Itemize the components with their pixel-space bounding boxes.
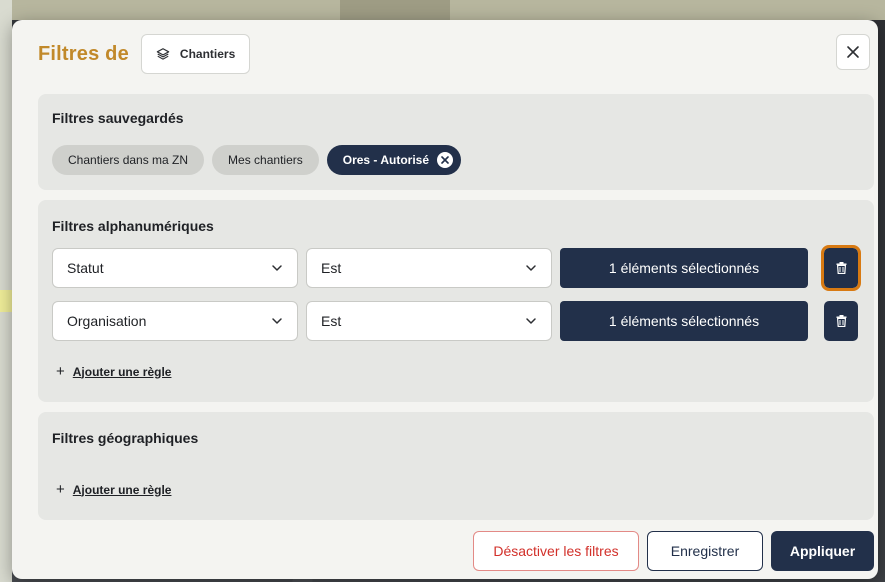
- close-button[interactable]: [836, 34, 870, 70]
- add-rule-label: Ajouter une règle: [72, 482, 172, 497]
- values-select-button[interactable]: 1 éléments sélectionnés: [560, 248, 808, 288]
- modal-title: Filtres de: [38, 42, 129, 65]
- values-select-label: 1 éléments sélectionnés: [608, 260, 760, 276]
- saved-filter-label: Chantiers dans ma ZN: [68, 153, 189, 167]
- filter-rule-row: Statut Est 1 éléments sélectionnés: [52, 245, 861, 291]
- field-select-value: Statut: [67, 260, 104, 276]
- plus-icon: +: [56, 481, 65, 498]
- map-edge-left: [0, 0, 12, 582]
- modal-footer: Désactiver les filtres Enregistrer Appli…: [473, 531, 874, 571]
- close-icon: [847, 46, 859, 58]
- chevron-down-icon: [526, 265, 536, 271]
- layers-icon: [156, 48, 170, 60]
- trash-icon: [836, 262, 846, 274]
- field-select-value: Organisation: [67, 313, 147, 329]
- layer-selector-chip[interactable]: Chantiers: [140, 34, 251, 74]
- add-rule-label: Ajouter une règle: [72, 364, 172, 379]
- delete-rule-button[interactable]: [821, 245, 861, 291]
- chevron-down-icon: [526, 318, 536, 324]
- remove-filter-icon[interactable]: [437, 152, 453, 168]
- add-rule-link[interactable]: + Ajouter une règle: [56, 364, 171, 379]
- map-edge-top: [0, 0, 885, 20]
- saved-filters-list: Chantiers dans ma ZN Mes chantiers Ores …: [52, 145, 461, 175]
- delete-rule-button[interactable]: [824, 301, 858, 341]
- filter-rule-row: Organisation Est 1 éléments sélectionnés: [52, 301, 858, 341]
- chevron-down-icon: [272, 265, 282, 271]
- layer-chip-label: Chantiers: [179, 47, 236, 61]
- saved-filter-chip[interactable]: Chantiers dans ma ZN: [52, 145, 205, 175]
- saved-filter-label: Ores - Autorisé: [342, 153, 429, 167]
- disable-filters-button[interactable]: Désactiver les filtres: [473, 531, 639, 571]
- operator-select[interactable]: Est: [306, 248, 552, 288]
- add-rule-link[interactable]: + Ajouter une règle: [56, 482, 171, 497]
- plus-icon: +: [56, 363, 65, 380]
- chevron-down-icon: [272, 318, 282, 324]
- alpha-filters-title: Filtres alphanumériques: [52, 218, 214, 234]
- saved-filter-label: Mes chantiers: [228, 153, 303, 167]
- geo-filters-title: Filtres géographiques: [52, 430, 199, 446]
- saved-filters-panel: Filtres sauvegardés Chantiers dans ma ZN…: [38, 94, 874, 190]
- operator-select-value: Est: [321, 260, 342, 276]
- alpha-filters-panel: Filtres alphanumériques Statut Est 1 élé…: [38, 200, 874, 402]
- save-filters-button[interactable]: Enregistrer: [647, 531, 763, 571]
- apply-filters-button[interactable]: Appliquer: [771, 531, 874, 571]
- field-select[interactable]: Organisation: [52, 301, 298, 341]
- saved-filter-chip[interactable]: Mes chantiers: [212, 145, 319, 175]
- filters-modal: Filtres de Chantiers Filtres sauvegardés…: [12, 20, 878, 579]
- operator-select[interactable]: Est: [306, 301, 552, 341]
- values-select-button[interactable]: 1 éléments sélectionnés: [560, 301, 808, 341]
- values-select-label: 1 éléments sélectionnés: [608, 313, 760, 329]
- trash-icon: [836, 315, 846, 327]
- geo-filters-panel: Filtres géographiques + Ajouter une règl…: [38, 412, 874, 520]
- operator-select-value: Est: [321, 313, 342, 329]
- saved-filter-chip-active[interactable]: Ores - Autorisé: [326, 145, 461, 175]
- field-select[interactable]: Statut: [52, 248, 298, 288]
- modal-header: Filtres de Chantiers: [38, 34, 251, 74]
- saved-filters-title: Filtres sauvegardés: [52, 110, 184, 126]
